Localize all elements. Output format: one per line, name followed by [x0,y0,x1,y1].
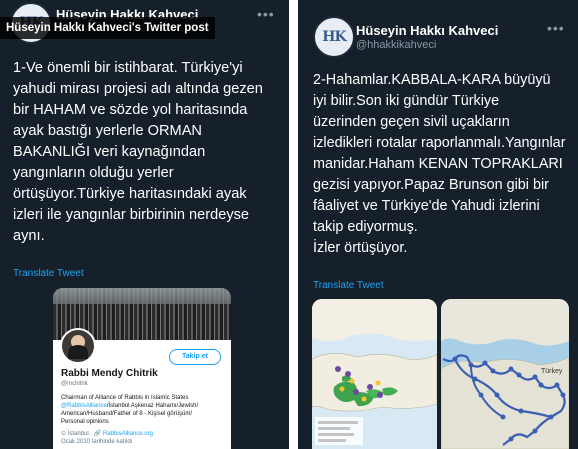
map-country-label: Türkey [541,368,563,375]
profile-handle: @mchitrik [61,381,88,387]
location-icon: ⊙ [61,431,67,437]
username[interactable]: Hüseyin Hakkı Kahveci [356,23,498,38]
translate-tweet-link[interactable]: Translate Tweet [313,280,384,291]
left-tweet-panel: HK Hüseyin Hakkı Kahveci ••• 1-Ve önemli… [0,0,289,449]
route-map-graphic: Türkey [441,299,569,449]
profile-location: İstanbul [67,431,89,437]
avatar-initials: HK [322,29,346,45]
more-options-icon[interactable]: ••• [547,20,565,36]
user-handle[interactable]: @hhakkikahveci [356,39,436,51]
tweet-text: 1-Ve önemli bir istihbarat. Türkiye'yi y… [13,60,263,244]
bio-line: Chairman of Alliance of Rabbis in Islami… [61,395,189,401]
embedded-profile-card[interactable]: Takip et Rabbi Mendy Chitrik @mchitrik C… [53,288,231,449]
profile-bio: Chairman of Alliance of Rabbis in Islami… [61,394,225,426]
translate-tweet-link[interactable]: Translate Tweet [13,268,84,279]
profile-joined: Ocak 2010 tarihinde katıldı [61,439,133,445]
bio-mention-link[interactable]: @RabbisAlliance [61,403,107,409]
follow-button[interactable]: Takip et [169,349,221,365]
fire-map-graphic [312,299,437,449]
route-map-image[interactable]: Türkey [441,299,569,449]
profile-website-link[interactable]: RabbisAlliance.org [103,431,153,437]
fire-map-image[interactable] [312,299,437,449]
tweet-text: 2-Hahamlar.KABBALA-KARA büyüyü iyi bilir… [313,72,566,256]
user-avatar[interactable]: HK [313,16,355,58]
profile-name: Rabbi Mendy Chitrik [61,368,158,379]
more-options-icon[interactable]: ••• [257,6,275,22]
profile-meta: ⊙ İstanbul 🔗 RabbisAlliance.org [61,430,153,437]
image-caption: Hüseyin Hakkı Kahveci's Twitter post [0,17,215,39]
profile-avatar [60,328,96,364]
link-icon: 🔗 [93,431,102,437]
